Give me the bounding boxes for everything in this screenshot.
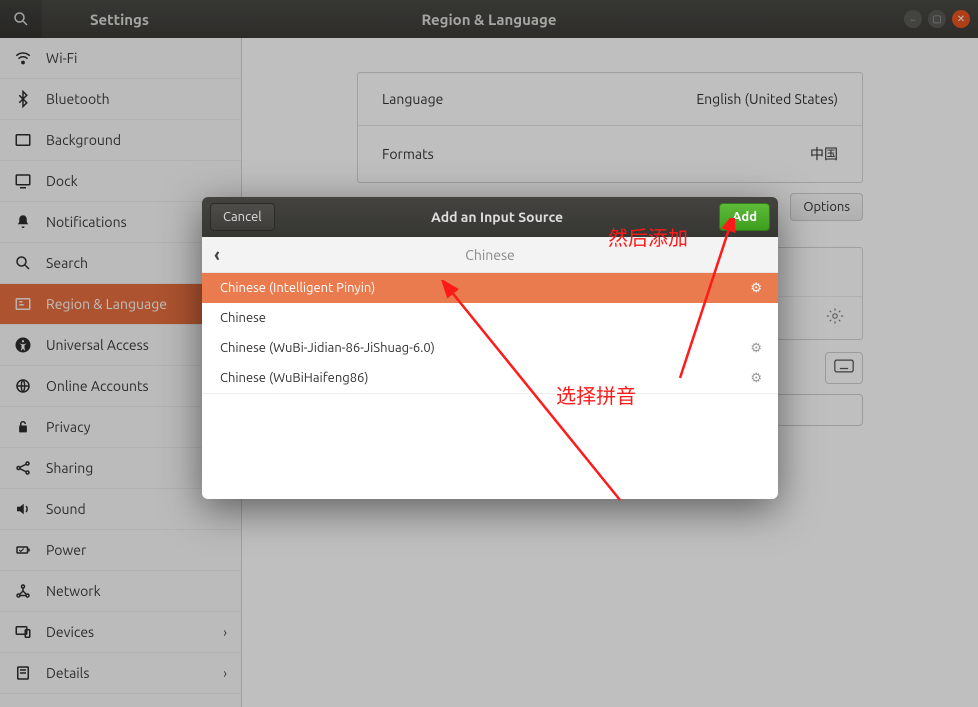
sidebar-item-bluetooth[interactable]: Bluetooth (0, 79, 241, 120)
sidebar-item-label: Power (46, 542, 86, 558)
sidebar-item-devices[interactable]: Devices › (0, 612, 241, 653)
titlebar: Settings Region & Language − ▢ ✕ (0, 0, 978, 38)
input-source-item[interactable]: Chinese (WuBiHaifeng86) ⚙ (202, 363, 778, 393)
formats-value: 中国 (810, 144, 838, 164)
sidebar-item-details[interactable]: Details › (0, 653, 241, 694)
search-button[interactable] (0, 0, 42, 38)
devices-icon (14, 622, 34, 642)
chevron-right-icon: › (223, 665, 227, 681)
language-formats-card: Language English (United States) Formats… (357, 72, 863, 183)
sidebar-item-label: Universal Access (46, 337, 149, 353)
gear-icon: ⚙ (750, 371, 762, 386)
input-source-item[interactable]: Chinese (202, 303, 778, 333)
sidebar-item-label: Sharing (46, 460, 93, 476)
sidebar-item-label: Search (46, 255, 88, 271)
window-controls: − ▢ ✕ (904, 10, 970, 28)
search-icon (14, 253, 34, 273)
maximize-button[interactable]: ▢ (928, 10, 946, 28)
sidebar-item-label: Region & Language (46, 296, 167, 312)
input-source-label: Chinese (Intelligent Pinyin) (220, 281, 375, 295)
keyboard-icon (834, 359, 854, 373)
cancel-button[interactable]: Cancel (210, 203, 275, 231)
keyboard-button[interactable] (825, 352, 863, 384)
privacy-icon (14, 417, 34, 437)
sidebar-item-label: Devices (46, 624, 94, 640)
sidebar-item-power[interactable]: Power (0, 530, 241, 571)
network-icon (14, 581, 34, 601)
bell-icon (14, 212, 34, 232)
details-icon (14, 663, 34, 683)
universal-access-icon (14, 335, 34, 355)
sidebar-item-label: Details (46, 665, 89, 681)
sidebar-item-network[interactable]: Network (0, 571, 241, 612)
wifi-icon (14, 48, 34, 68)
sidebar-item-label: Bluetooth (46, 91, 110, 107)
search-icon (12, 10, 30, 28)
gear-icon[interactable] (826, 307, 844, 329)
sidebar-item-label: Sound (46, 501, 86, 517)
online-accounts-icon (14, 376, 34, 396)
input-source-item[interactable]: Chinese (WuBi-Jidian-86-JiShuag-6.0) ⚙ (202, 333, 778, 363)
sidebar-item-label: Network (46, 583, 101, 599)
close-button[interactable]: ✕ (952, 10, 970, 28)
sharing-icon (14, 458, 34, 478)
app-title: Settings (90, 11, 149, 28)
input-source-label: Chinese (WuBi-Jidian-86-JiShuag-6.0) (220, 341, 435, 355)
power-icon (14, 540, 34, 560)
region-icon (14, 294, 34, 314)
sidebar-item-label: Online Accounts (46, 378, 149, 394)
back-button[interactable]: ‹ (202, 245, 232, 265)
sound-icon (14, 499, 34, 519)
dialog-title: Add an Input Source (431, 209, 563, 225)
chevron-right-icon: › (223, 624, 227, 640)
input-source-item[interactable]: Chinese (Intelligent Pinyin) ⚙ (202, 273, 778, 303)
sidebar-item-label: Notifications (46, 214, 127, 230)
input-source-label: Chinese (220, 311, 266, 325)
sidebar-item-label: Dock (46, 173, 78, 189)
sidebar-item-wifi[interactable]: Wi-Fi (0, 38, 241, 79)
dialog-category: Chinese (465, 247, 515, 263)
language-label: Language (382, 91, 443, 107)
sidebar-item-dock[interactable]: Dock (0, 161, 241, 202)
minimize-button[interactable]: − (904, 10, 922, 28)
sidebar-item-background[interactable]: Background (0, 120, 241, 161)
language-value: English (United States) (696, 91, 838, 107)
input-source-list: Chinese (Intelligent Pinyin) ⚙ Chinese C… (202, 273, 778, 499)
input-source-label: Chinese (WuBiHaifeng86) (220, 371, 369, 385)
gear-icon: ⚙ (750, 281, 762, 296)
add-input-source-dialog: Cancel Add an Input Source Add ‹ Chinese… (202, 197, 778, 499)
dock-icon (14, 171, 34, 191)
sidebar-item-label: Wi-Fi (46, 50, 77, 66)
page-title: Region & Language (421, 11, 556, 28)
language-row[interactable]: Language English (United States) (358, 73, 862, 125)
sidebar-item-label: Background (46, 132, 121, 148)
sidebar-item-label: Privacy (46, 419, 90, 435)
add-button[interactable]: Add (719, 203, 770, 231)
bluetooth-icon (14, 89, 34, 109)
formats-label: Formats (382, 146, 434, 162)
gear-icon: ⚙ (750, 341, 762, 356)
options-button[interactable]: Options (790, 193, 863, 221)
background-icon (14, 130, 34, 150)
formats-row[interactable]: Formats 中国 (358, 125, 862, 182)
